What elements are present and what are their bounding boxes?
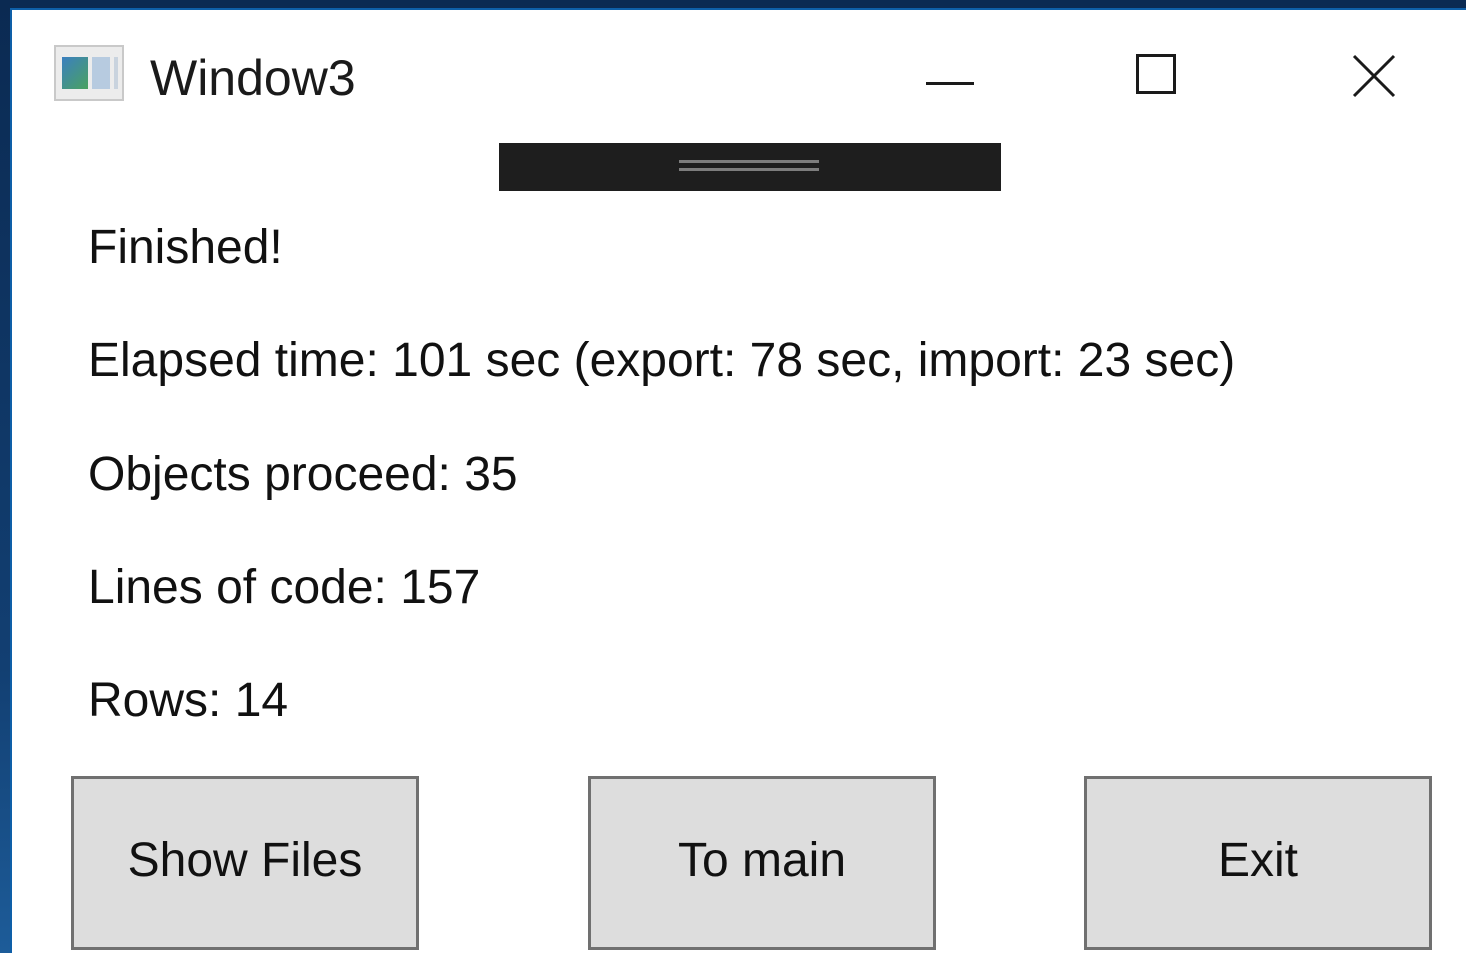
minimize-button[interactable] — [900, 36, 1000, 116]
status-message: Finished! — [88, 221, 283, 274]
title-bar[interactable]: Window3 — [12, 10, 1466, 142]
to-main-button[interactable]: To main — [588, 776, 936, 950]
window-title: Window3 — [150, 50, 356, 106]
app-window-icon — [54, 45, 124, 101]
drag-handle[interactable] — [499, 143, 1001, 191]
exit-button[interactable]: Exit — [1084, 776, 1432, 950]
maximize-icon — [1136, 54, 1176, 94]
maximize-button[interactable] — [1110, 36, 1210, 116]
grip-line — [679, 160, 819, 163]
lines-of-code-text: Lines of code: 157 — [88, 561, 481, 614]
show-files-button[interactable]: Show Files — [71, 776, 419, 950]
objects-count-text: Objects proceed: 35 — [88, 448, 518, 501]
minimize-icon — [926, 82, 974, 85]
close-icon — [1352, 54, 1396, 98]
app-window: Window3 Finished! Elapsed time: 101 sec … — [10, 8, 1466, 953]
rows-count-text: Rows: 14 — [88, 674, 289, 727]
grip-line — [679, 168, 819, 171]
close-button[interactable] — [1324, 36, 1424, 116]
elapsed-time-text: Elapsed time: 101 sec (export: 78 sec, i… — [88, 334, 1236, 387]
